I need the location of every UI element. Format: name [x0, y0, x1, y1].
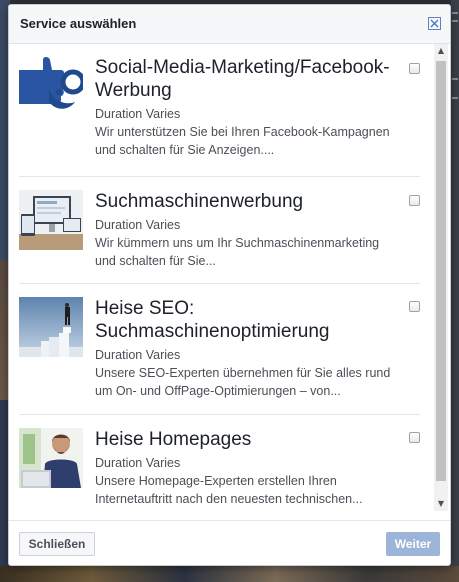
man-with-laptop-image	[19, 428, 83, 488]
service-checkbox[interactable]	[409, 301, 420, 312]
service-name: Heise SEO: Suchmaschinenoptimierung	[95, 298, 330, 342]
scrollbar-thumb[interactable]	[436, 61, 446, 481]
service-list: Social-Media-Marketing/Facebook-Werbung …	[9, 44, 450, 511]
backdrop-bottom-edge	[0, 566, 459, 582]
social-media-logo-image	[19, 56, 83, 116]
scroll-up-arrow-icon[interactable]: ▲	[434, 44, 448, 58]
service-duration: Duration Varies	[95, 218, 181, 232]
service-checkbox[interactable]	[409, 432, 420, 443]
service-select-dialog: Service auswählen Social-Media-Marketing…	[8, 4, 451, 566]
service-name: Heise Homepages	[95, 429, 252, 450]
service-duration: Duration Varies	[95, 456, 181, 470]
close-icon[interactable]	[428, 17, 441, 30]
service-checkbox[interactable]	[409, 195, 420, 206]
service-item-social-media[interactable]: Social-Media-Marketing/Facebook-Werbung …	[19, 44, 420, 177]
dialog-header: Service auswählen	[9, 5, 450, 44]
backdrop-right-edge	[451, 0, 459, 582]
dialog-title: Service auswählen	[20, 16, 137, 31]
scroll-down-arrow-icon[interactable]: ▼	[434, 497, 448, 511]
service-checkbox[interactable]	[409, 63, 420, 74]
dialog-footer: Schließen Weiter	[9, 520, 450, 567]
service-duration: Duration Varies	[95, 348, 181, 362]
devices-screens-image	[19, 190, 83, 250]
service-name: Social-Media-Marketing/Facebook-Werbung	[95, 57, 390, 101]
service-item-heise-seo[interactable]: Heise SEO: Suchmaschinenoptimierung Dura…	[19, 284, 420, 415]
service-duration: Duration Varies	[95, 107, 181, 121]
service-description: Unsere SEO-Experten übernehmen für Sie a…	[95, 366, 391, 398]
service-item-heise-homepages[interactable]: Heise Homepages Duration Varies Unsere H…	[19, 415, 420, 511]
service-item-suchmaschinenwerbung[interactable]: Suchmaschinenwerbung Duration Varies Wir…	[19, 177, 420, 284]
scrollbar[interactable]: ▲ ▼	[434, 44, 448, 511]
service-description: Wir kümmern uns um Ihr Suchmaschinenmark…	[95, 236, 380, 268]
next-button[interactable]: Weiter	[386, 532, 440, 556]
man-on-ladder-image	[19, 297, 83, 357]
service-name: Suchmaschinenwerbung	[95, 191, 304, 212]
close-button[interactable]: Schließen	[19, 532, 95, 556]
service-description: Unsere Homepage-Experten erstellen Ihren…	[95, 474, 363, 506]
service-description: Wir unterstützen Sie bei Ihren Facebook-…	[95, 125, 390, 157]
